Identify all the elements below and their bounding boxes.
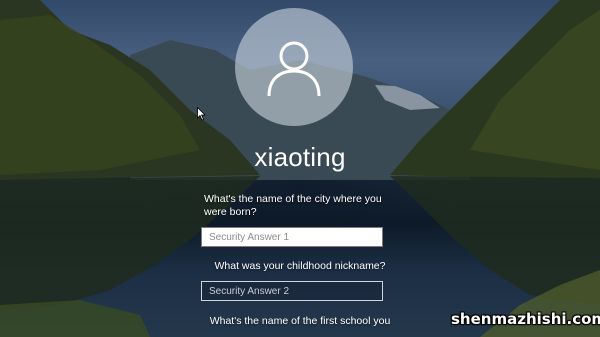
user-avatar: [235, 8, 353, 126]
security-answer-1-input[interactable]: [201, 227, 383, 247]
mouse-pointer-icon: [197, 107, 206, 121]
user-icon: [267, 41, 321, 97]
security-question-1: What's the name of the city where you we…: [204, 193, 382, 218]
security-question-3: What's the name of the first school you: [209, 315, 391, 327]
username: xiaoting: [254, 142, 346, 172]
security-question-2: What was your childhood nickname?: [214, 260, 386, 272]
security-answer-2-input[interactable]: [201, 281, 383, 301]
watermark-text: shenmazhishi.com: [451, 310, 600, 328]
